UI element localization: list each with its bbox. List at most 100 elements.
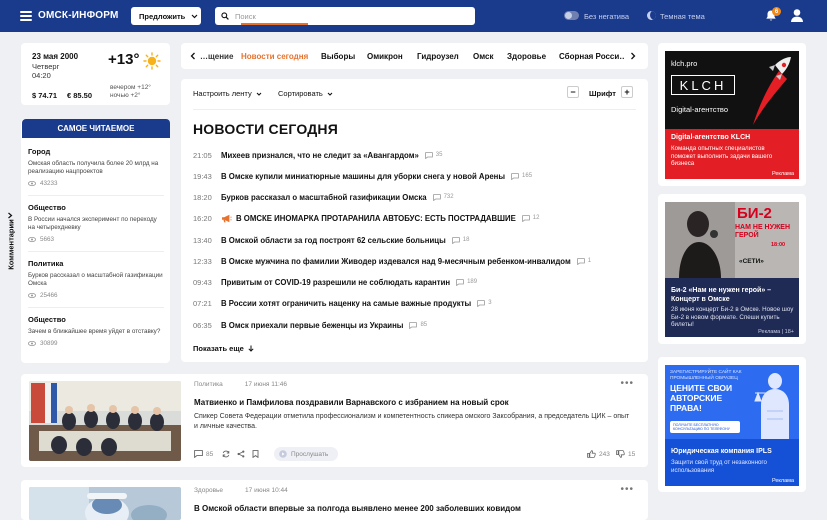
comments-count[interactable]: 12	[521, 214, 539, 222]
like-button[interactable]: 243	[587, 450, 610, 458]
ad-banner[interactable]: klch.pro KLCH Digital-агентство Digital-…	[665, 51, 799, 179]
news-row[interactable]: 12:33 В Омске мужчина по фамилии Живодер…	[193, 254, 633, 268]
share-icon[interactable]	[237, 450, 245, 458]
site-logo[interactable]: ОМСК-ИНФОРМ	[38, 10, 119, 21]
weather-time: 04:20	[32, 71, 51, 80]
ad-banner[interactable]: БИ-2 НАМ НЕ НУЖЕН ГЕРОЙ 18:00 «СЕТИ» Би-…	[665, 202, 799, 337]
article-title[interactable]: Матвиенко и Памфилова поздравили Варнавс…	[194, 398, 509, 407]
dislike-button[interactable]: 15	[616, 450, 635, 458]
tab-item[interactable]: Гидроузел	[417, 52, 459, 61]
article-category[interactable]: Здоровье	[194, 487, 223, 494]
comments-count[interactable]: 165	[511, 172, 532, 180]
news-row[interactable]: 06:35 В Омск приехали первые беженцы из …	[193, 318, 633, 332]
news-row[interactable]: 19:43 В Омске купили миниатюрные машины …	[193, 169, 633, 183]
listen-button[interactable]: Прослушать	[274, 447, 338, 461]
article-category[interactable]: Политика	[194, 381, 223, 388]
ad-title[interactable]: Digital-агентство KLCH	[671, 134, 750, 141]
comments-count[interactable]: 189	[456, 278, 478, 286]
comments-value: 3	[488, 300, 492, 306]
weather-weekday: Четверг	[32, 62, 60, 71]
bookmark-icon[interactable]	[252, 450, 259, 458]
most-read-item[interactable]: Общество В России начался эксперимент по…	[28, 203, 164, 243]
comments-side-tab[interactable]: Комментарии	[4, 212, 16, 278]
tab-item[interactable]: Выборы	[321, 52, 355, 61]
article-title[interactable]: В Омской области впервые за полгода выяв…	[194, 504, 521, 513]
article-image[interactable]	[29, 487, 181, 520]
tab-item[interactable]: …щение	[200, 52, 233, 61]
ad-text: 28 июня концерт Би-2 в Омске. Новое шоу …	[671, 306, 794, 328]
news-row[interactable]: 07:21 В России хотят ограничить наценку …	[193, 296, 633, 310]
ad-image: ЗАРЕГИСТРИРУЙТЕ САЙТ КАК ПРОМЫШЛЕННЫЙ ОБ…	[665, 365, 799, 439]
comments-count[interactable]: 18	[451, 236, 469, 244]
ad-title[interactable]: Би-2 «Нам не нужен герой» – Концерт в Ом…	[671, 286, 795, 304]
most-read-text[interactable]: Бурков рассказал о масштабной газификаци…	[28, 272, 164, 288]
comments-count[interactable]: 85	[409, 321, 427, 329]
configure-feed-button[interactable]: Настроить ленту	[193, 89, 262, 98]
article-image[interactable]	[29, 381, 181, 461]
dark-theme-label[interactable]: Темная тема	[660, 12, 705, 21]
chevron-left-icon[interactable]	[190, 52, 196, 60]
chevron-right-icon[interactable]	[630, 52, 636, 60]
font-increase-button[interactable]: +	[621, 86, 633, 98]
sort-button[interactable]: Сортировать	[278, 89, 333, 98]
comments-count[interactable]: 3	[477, 299, 492, 307]
comments-count[interactable]: 1	[576, 257, 592, 265]
poster-venue: «СЕТИ»	[739, 258, 764, 265]
news-title[interactable]: В Омск приехали первые беженцы из Украин…	[221, 321, 403, 330]
tab-item[interactable]: Здоровье	[507, 52, 546, 61]
news-title[interactable]: Михеев признался, что не следит за «Аван…	[221, 151, 419, 160]
tab-news-today[interactable]: Новости сегодня	[241, 52, 308, 61]
most-read-item[interactable]: Общество Зачем в ближайшее время уйдет в…	[28, 315, 164, 347]
eye-icon	[28, 181, 36, 186]
more-options-icon[interactable]: •••	[620, 378, 634, 389]
comments-value: 189	[467, 279, 478, 285]
weather-date: 23 мая 2000	[32, 52, 79, 61]
news-row[interactable]: 13:40 В Омской области за год построят 6…	[193, 233, 633, 247]
ad-text: Команда опытных специалистов поможет вып…	[671, 145, 773, 167]
font-decrease-button[interactable]: −	[567, 86, 579, 98]
news-row[interactable]: 09:43 Привитым от COVID-19 разрешили не …	[193, 275, 633, 289]
ad-card[interactable]: БИ-2 НАМ НЕ НУЖЕН ГЕРОЙ 18:00 «СЕТИ» Би-…	[658, 194, 806, 344]
article-card[interactable]: Здоровье 17 июня 10:44 ••• В Омской обла…	[21, 480, 648, 520]
most-read-text[interactable]: В России начался эксперимент по переходу…	[28, 216, 164, 232]
no-negative-toggle[interactable]	[564, 11, 579, 20]
comments-count[interactable]: 85	[194, 450, 213, 458]
article-card[interactable]: Политика 17 июня 11:46 ••• Матвиенко и П…	[21, 374, 648, 467]
ad-card[interactable]: klch.pro KLCH Digital-агентство Digital-…	[658, 43, 806, 186]
ad-banner[interactable]: ЗАРЕГИСТРИРУЙТЕ САЙТ КАК ПРОМЫШЛЕННЫЙ ОБ…	[665, 365, 799, 486]
ad-label: Реклама	[771, 171, 794, 177]
news-time: 07:21	[193, 298, 212, 308]
ad-title[interactable]: Юридическая компания IPLS	[671, 448, 772, 455]
most-read-text[interactable]: Зачем в ближайшее время уйдет в отставку…	[28, 328, 164, 336]
news-title[interactable]: Бурков рассказал о масштабной газификаци…	[221, 193, 427, 202]
most-read-item[interactable]: Город Омская область получила более 20 м…	[28, 147, 164, 187]
more-options-icon[interactable]: •••	[620, 484, 634, 495]
comments-count[interactable]: 732	[432, 193, 454, 201]
thumbs-down-icon	[616, 450, 625, 458]
tab-item[interactable]: Сборная Росси…	[559, 52, 625, 61]
tab-item[interactable]: Омикрон	[367, 52, 403, 61]
chevron-down-icon	[191, 14, 198, 18]
comments-count[interactable]: 35	[424, 151, 442, 159]
news-title[interactable]: В ОМСКЕ ИНОМАРКА ПРОТАРАНИЛА АВТОБУС: ЕС…	[236, 214, 516, 223]
comments-value: 1	[587, 258, 592, 264]
moon-icon[interactable]	[647, 11, 656, 20]
news-title[interactable]: В России хотят ограничить наценку на сам…	[221, 299, 471, 308]
propose-button[interactable]: Предложить	[131, 7, 201, 25]
most-read-item[interactable]: Политика Бурков рассказал о масштабной г…	[28, 259, 164, 299]
news-title[interactable]: Привитым от COVID-19 разрешили не соблюд…	[221, 278, 450, 287]
news-row[interactable]: 18:20 Бурков рассказал о масштабной гази…	[193, 190, 633, 204]
show-more-button[interactable]: Показать еще	[193, 344, 254, 353]
tab-item[interactable]: Омск	[473, 52, 494, 61]
menu-icon[interactable]	[20, 11, 32, 21]
news-title[interactable]: В Омске мужчина по фамилии Живодер издев…	[221, 257, 571, 266]
ad-card[interactable]: ЗАРЕГИСТРИРУЙТЕ САЙТ КАК ПРОМЫШЛЕННЫЙ ОБ…	[658, 357, 806, 492]
refresh-icon[interactable]	[222, 450, 230, 458]
most-read-text[interactable]: Омская область получила более 20 млрд на…	[28, 160, 164, 176]
news-title[interactable]: В Омской области за год построят 62 сель…	[221, 236, 446, 245]
news-title[interactable]: В Омске купили миниатюрные машины для уб…	[221, 172, 505, 181]
user-icon[interactable]	[790, 8, 804, 23]
news-time: 13:40	[193, 235, 212, 245]
news-row-urgent[interactable]: 16:20 В ОМСКЕ ИНОМАРКА ПРОТАРАНИЛА АВТОБ…	[193, 211, 633, 225]
news-row[interactable]: 21:05 Михеев признался, что не следит за…	[193, 148, 633, 162]
